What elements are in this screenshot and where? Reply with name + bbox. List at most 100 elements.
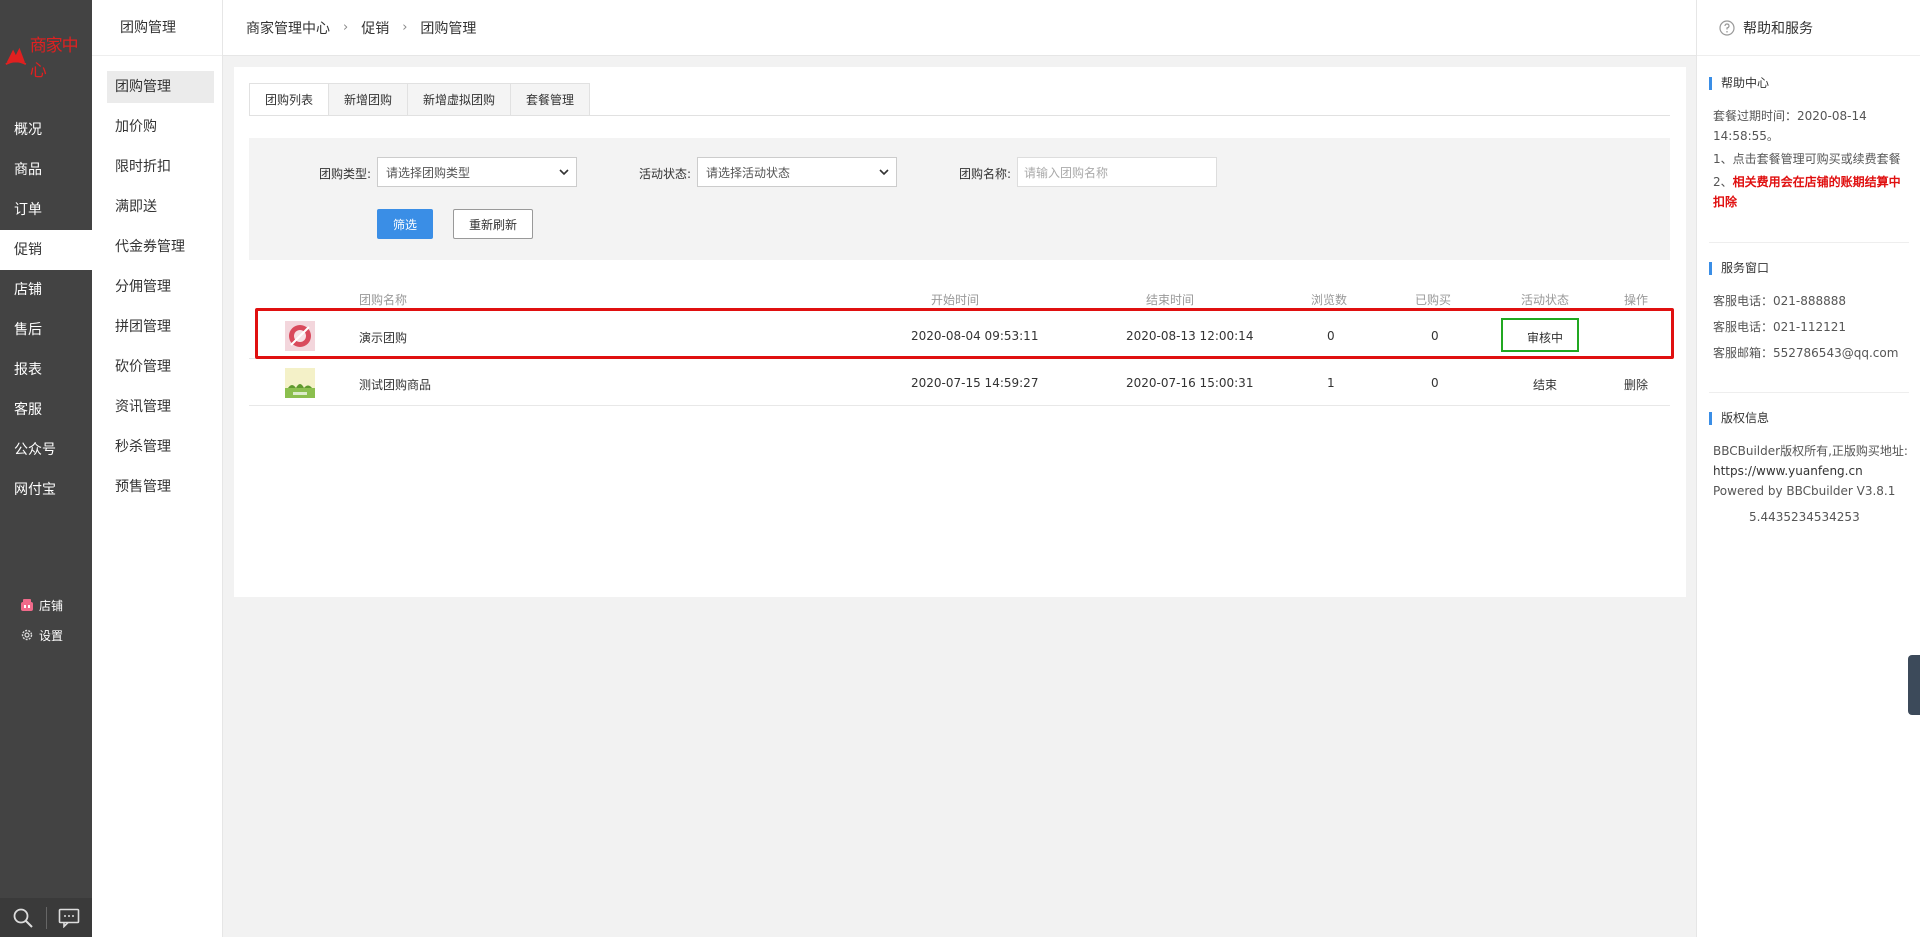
activity-status-select[interactable]: 请选择活动状态 (697, 157, 897, 187)
row-end-time: 2020-07-16 15:00:31 (1126, 376, 1254, 390)
activity-status-label: 活动状态: (639, 167, 692, 181)
settings-link[interactable]: 设置 (0, 620, 92, 650)
row-end-time: 2020-08-13 12:00:14 (1126, 329, 1254, 343)
breadcrumb: 商家管理中心 › 促销 › 团购管理 (223, 0, 1696, 56)
filter-panel: 团购类型: 请选择团购类型 活动状态: 请选择活动状态 团购名称: 请输入团购名… (249, 138, 1670, 260)
settings-link-label: 设置 (39, 628, 64, 643)
row-status-badge: 结束 (1533, 378, 1558, 392)
tab-package-management[interactable]: 套餐管理 (511, 83, 591, 116)
sub-nav-item-commission[interactable]: 分佣管理 (107, 271, 214, 303)
group-buy-type-select-value: 请选择团购类型 (386, 165, 471, 180)
row-name: 演示团购 (359, 331, 408, 345)
main-nav-item-goods[interactable]: 商品 (0, 150, 92, 190)
copyright-text: BBCBuilder版权所有,正版购买地址: (1713, 444, 1908, 458)
sub-nav-item-full-gift[interactable]: 满即送 (107, 191, 214, 223)
service-section: 服务窗口 客服电话：021-888888 客服电话：021-112121 客服邮… (1709, 262, 1909, 363)
column-header-action: 操作 (1624, 293, 1649, 307)
main-nav-item-promotion[interactable]: 促销 (0, 230, 92, 270)
help-panel: 帮助和服务 帮助中心 套餐过期时间：2020-08-14 14:58:55。 1… (1696, 0, 1920, 937)
search-icon (13, 908, 33, 928)
row-bought: 0 (1431, 329, 1439, 343)
table-header: 团购名称 开始时间 结束时间 浏览数 已购买 活动状态 操作 (249, 285, 1670, 311)
group-buy-name-input[interactable]: 请输入团购名称 (1017, 157, 1217, 187)
question-circle-icon (1719, 19, 1735, 36)
row-start-time: 2020-07-15 14:59:27 (911, 376, 1039, 390)
product-thumbnail (285, 321, 315, 351)
sub-nav-item-voucher[interactable]: 代金券管理 (107, 231, 214, 263)
chat-button[interactable] (46, 898, 92, 937)
main-nav-item-after-sales[interactable]: 售后 (0, 310, 92, 350)
column-header-name: 团购名称 (359, 293, 408, 307)
tab-group-buy-list[interactable]: 团购列表 (249, 83, 330, 116)
logo-mark-icon (5, 47, 27, 66)
filter-button[interactable]: 筛选 (377, 209, 433, 239)
shop-link-label: 店铺 (39, 598, 64, 613)
table-row[interactable]: 测试团购商品 2020-07-15 14:59:27 2020-07-16 15… (249, 359, 1670, 406)
help-center-section: 帮助中心 套餐过期时间：2020-08-14 14:58:55。 1、点击套餐管… (1709, 77, 1909, 212)
main-nav-item-overview[interactable]: 概况 (0, 110, 92, 150)
search-button[interactable] (0, 898, 46, 937)
shop-link[interactable]: 店铺 (0, 590, 92, 620)
refresh-button[interactable]: 重新刷新 (453, 209, 533, 239)
main-nav-item-shop[interactable]: 店铺 (0, 270, 92, 310)
service-email: 客服邮箱：552786543@qq.com (1713, 346, 1899, 360)
package-expire-text: 套餐过期时间：2020-08-14 (1713, 109, 1867, 123)
sub-nav-item-seckill[interactable]: 秒杀管理 (107, 431, 214, 463)
bottom-links: 店铺 设置 (0, 590, 92, 650)
service-title: 服务窗口 (1709, 262, 1909, 275)
chevron-right-icon: › (343, 20, 349, 35)
sub-nav-item-add-price-buy[interactable]: 加价购 (107, 111, 214, 143)
service-phone-2: 客服电话：021-112121 (1713, 320, 1847, 334)
main-nav-item-orders[interactable]: 订单 (0, 190, 92, 230)
delete-link[interactable]: 删除 (1624, 376, 1648, 393)
help-tip-2: 2、相关费用会在店铺的账期结算中 (1709, 172, 1909, 192)
group-buy-name-input-placeholder: 请输入团购名称 (1024, 165, 1109, 180)
help-panel-header[interactable]: 帮助和服务 (1697, 0, 1920, 56)
column-header-status: 活动状态 (1521, 293, 1570, 307)
row-bought: 0 (1431, 376, 1439, 390)
sub-nav-item-pintuan[interactable]: 拼团管理 (107, 311, 214, 343)
main-nav-item-customer-service[interactable]: 客服 (0, 390, 92, 430)
group-buy-type-select[interactable]: 请选择团购类型 (377, 157, 577, 187)
sub-nav-item-presale[interactable]: 预售管理 (107, 471, 214, 503)
tab-add-virtual-group-buy[interactable]: 新增虚拟团购 (408, 83, 512, 116)
powered-by: Powered by BBCbuilder V3.8.1 (1713, 484, 1896, 498)
copyright-url[interactable]: https://www.yuanfeng.cn (1709, 461, 1909, 481)
column-header-views: 浏览数 (1311, 293, 1348, 307)
chat-icon (58, 908, 80, 928)
breadcrumb-item-merchant-center[interactable]: 商家管理中心 (246, 18, 330, 38)
sub-nav-item-bargain[interactable]: 砍价管理 (107, 351, 214, 383)
logo-text: 商家中心 (29, 36, 79, 81)
breadcrumb-item-promotion[interactable]: 促销 (361, 18, 389, 38)
brand-logo[interactable]: 商家中心 (4, 36, 88, 81)
column-header-bought: 已购买 (1415, 293, 1452, 307)
side-drawer-handle[interactable] (1908, 655, 1920, 715)
gear-icon (20, 628, 34, 642)
service-divider (1709, 392, 1909, 393)
breadcrumb-item-group-buy: 团购管理 (420, 20, 477, 37)
main-nav-item-wangfubao[interactable]: 网付宝 (0, 470, 92, 510)
main-nav-item-reports[interactable]: 报表 (0, 350, 92, 390)
help-tip-1: 1、点击套餐管理可购买或续费套餐 (1713, 152, 1901, 166)
help-divider (1709, 242, 1909, 243)
help-tip-2-prefix: 2、 (1713, 175, 1733, 189)
row-views: 1 (1327, 376, 1335, 390)
shop-icon (20, 598, 34, 612)
row-start-time: 2020-08-04 09:53:11 (911, 329, 1039, 343)
group-buy-name-label: 团购名称: (959, 167, 1012, 181)
sub-nav-list: 团购管理 加价购 限时折扣 满即送 代金券管理 分佣管理 拼团管理 砍价管理 资… (92, 56, 222, 503)
main-nav-item-official-account[interactable]: 公众号 (0, 430, 92, 470)
tab-add-group-buy[interactable]: 新增团购 (329, 83, 409, 116)
package-expire-time: 14:58:55。 (1713, 129, 1779, 143)
sub-nav-item-group-buy[interactable]: 团购管理 (107, 71, 214, 103)
sub-nav-item-flash-discount[interactable]: 限时折扣 (107, 151, 214, 183)
service-phone-1: 客服电话：021-888888 (1713, 294, 1847, 308)
sub-sidebar: 团购管理 团购管理 加价购 限时折扣 满即送 代金券管理 分佣管理 拼团管理 砍… (92, 0, 223, 937)
help-tip-2-warning: 相关费用会在店铺的账期结算中 (1732, 175, 1901, 189)
row-status-badge: 审核中 (1527, 331, 1564, 345)
content-card: 团购列表 新增团购 新增虚拟团购 套餐管理 团购类型: 请选择团购类型 活动状态… (234, 67, 1686, 597)
sidebar-footer (0, 898, 92, 937)
sub-nav-item-news[interactable]: 资讯管理 (107, 391, 214, 423)
column-header-start-time: 开始时间 (931, 293, 980, 307)
table-row[interactable]: 演示团购 2020-08-04 09:53:11 2020-08-13 12:0… (249, 312, 1670, 359)
